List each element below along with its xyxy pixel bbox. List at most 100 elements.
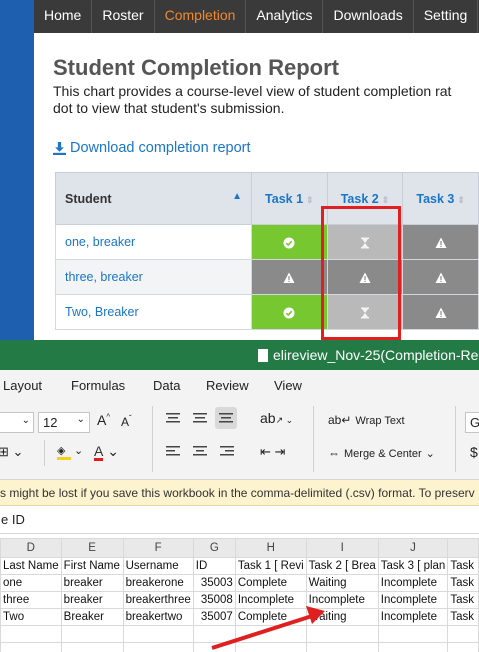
- cell[interactable]: [377, 625, 449, 643]
- cell[interactable]: Username: [122, 557, 194, 575]
- tab-review[interactable]: Review: [206, 378, 249, 393]
- task-3-status-incomplete[interactable]: [402, 294, 479, 330]
- cell[interactable]: Incomplete: [377, 574, 449, 592]
- cell[interactable]: Two: [0, 608, 62, 626]
- cell[interactable]: breakertwo: [122, 608, 194, 626]
- task-3-status-incomplete[interactable]: [402, 259, 479, 295]
- tab-view[interactable]: View: [274, 378, 302, 393]
- cell[interactable]: [60, 642, 124, 652]
- fill-color-button[interactable]: ◈ ⌄: [57, 444, 83, 460]
- cell[interactable]: Complete: [234, 574, 307, 592]
- cell[interactable]: Incomplete: [377, 608, 449, 626]
- currency-format-button[interactable]: $: [470, 444, 478, 460]
- cell[interactable]: Task 1 [ Revi: [234, 557, 307, 575]
- cell[interactable]: three: [0, 591, 62, 609]
- cell[interactable]: [122, 642, 194, 652]
- align-bottom-button[interactable]: [215, 407, 237, 429]
- cell[interactable]: Last Name: [0, 557, 62, 575]
- column-letter[interactable]: H: [234, 538, 307, 558]
- cell[interactable]: breakerone: [122, 574, 194, 592]
- cell[interactable]: Incomplete: [377, 591, 449, 609]
- cell[interactable]: [0, 642, 62, 652]
- cell[interactable]: Task: [447, 608, 479, 626]
- cell[interactable]: Incomplete: [234, 591, 307, 609]
- column-letter[interactable]: I: [305, 538, 379, 558]
- column-header-task-1[interactable]: Task 1 ⇕: [251, 172, 328, 225]
- tab-layout[interactable]: Layout: [3, 378, 42, 393]
- cell[interactable]: Task 3 [ plan: [377, 557, 449, 575]
- column-letter[interactable]: F: [122, 538, 194, 558]
- column-header-student[interactable]: Student ▲: [55, 172, 252, 225]
- tab-data[interactable]: Data: [153, 378, 180, 393]
- nav-home[interactable]: Home: [34, 0, 93, 33]
- cell[interactable]: Task 2 [ Brea: [305, 557, 379, 575]
- cell[interactable]: [305, 642, 379, 652]
- align-center-icon[interactable]: [193, 446, 209, 458]
- cell[interactable]: [122, 625, 194, 643]
- cell[interactable]: 35008: [192, 591, 236, 609]
- column-letter[interactable]: G: [192, 538, 236, 558]
- formula-bar[interactable]: e ID: [0, 506, 479, 534]
- merge-center-button[interactable]: ⇔ Merge & Center ⌄: [328, 446, 435, 460]
- cell[interactable]: [234, 642, 307, 652]
- decrease-font-size-button[interactable]: Aˇ: [121, 414, 132, 429]
- cell[interactable]: 35007: [192, 608, 236, 626]
- cell[interactable]: Breaker: [60, 608, 124, 626]
- cell[interactable]: breakerthree: [122, 591, 194, 609]
- cell[interactable]: [60, 625, 124, 643]
- cell[interactable]: [447, 642, 479, 652]
- column-letter[interactable]: [447, 538, 479, 558]
- task-1-status-complete[interactable]: [251, 224, 328, 260]
- task-1-status-incomplete[interactable]: [251, 259, 328, 295]
- student-name-link[interactable]: Two, Breaker: [55, 294, 252, 330]
- download-report-link[interactable]: Download completion report: [53, 140, 251, 156]
- cell[interactable]: Task: [447, 574, 479, 592]
- nav-completion[interactable]: Completion: [155, 0, 247, 33]
- task-3-status-incomplete[interactable]: [402, 224, 479, 260]
- cell[interactable]: breaker: [60, 591, 124, 609]
- cell[interactable]: [192, 625, 236, 643]
- column-letter[interactable]: J: [377, 538, 449, 558]
- cell[interactable]: [0, 625, 62, 643]
- font-name-dropdown[interactable]: ⌄: [0, 412, 34, 433]
- student-name-link[interactable]: one, breaker: [55, 224, 252, 260]
- borders-button[interactable]: ⊞ ⌄: [0, 444, 23, 460]
- cell[interactable]: Task: [447, 557, 479, 575]
- cell[interactable]: First Name: [60, 557, 124, 575]
- tab-formulas[interactable]: Formulas: [71, 378, 125, 393]
- cell[interactable]: ID: [192, 557, 236, 575]
- cell[interactable]: Incomplete: [305, 591, 379, 609]
- nav-roster[interactable]: Roster: [92, 0, 155, 33]
- cell[interactable]: [447, 625, 479, 643]
- nav-settings[interactable]: Setting: [414, 0, 479, 33]
- align-left-icon[interactable]: [166, 446, 182, 458]
- task-1-status-complete[interactable]: [251, 294, 328, 330]
- student-name-link[interactable]: three, breaker: [55, 259, 252, 295]
- increase-font-size-button[interactable]: A^: [97, 412, 110, 428]
- nav-analytics[interactable]: Analytics: [246, 0, 324, 33]
- cell[interactable]: Task: [447, 591, 479, 609]
- column-letter[interactable]: E: [60, 538, 124, 558]
- indent-buttons[interactable]: ⇤ ⇥: [260, 444, 285, 460]
- cell[interactable]: [377, 642, 449, 652]
- cell[interactable]: [305, 625, 379, 643]
- column-letter[interactable]: D: [0, 538, 62, 558]
- cell[interactable]: Waiting: [305, 574, 379, 592]
- font-size-dropdown[interactable]: 12 ⌄: [38, 412, 90, 433]
- nav-downloads[interactable]: Downloads: [323, 0, 414, 33]
- number-format-dropdown[interactable]: G: [465, 412, 479, 433]
- cell[interactable]: Waiting: [305, 608, 379, 626]
- cell[interactable]: Complete: [234, 608, 307, 626]
- text-orientation-button[interactable]: ab↗ ⌄: [260, 410, 293, 426]
- cell[interactable]: one: [0, 574, 62, 592]
- cell[interactable]: [234, 625, 307, 643]
- align-right-icon[interactable]: [220, 446, 236, 458]
- font-color-button[interactable]: A ⌄: [94, 443, 119, 461]
- column-header-task-3[interactable]: Task 3 ⇕: [402, 172, 479, 225]
- align-middle-icon[interactable]: [193, 412, 211, 426]
- cell[interactable]: [192, 642, 236, 652]
- wrap-text-button[interactable]: ab↵ Wrap Text: [328, 413, 405, 427]
- align-top-icon[interactable]: [166, 412, 184, 426]
- cell[interactable]: breaker: [60, 574, 124, 592]
- cell[interactable]: 35003: [192, 574, 236, 592]
